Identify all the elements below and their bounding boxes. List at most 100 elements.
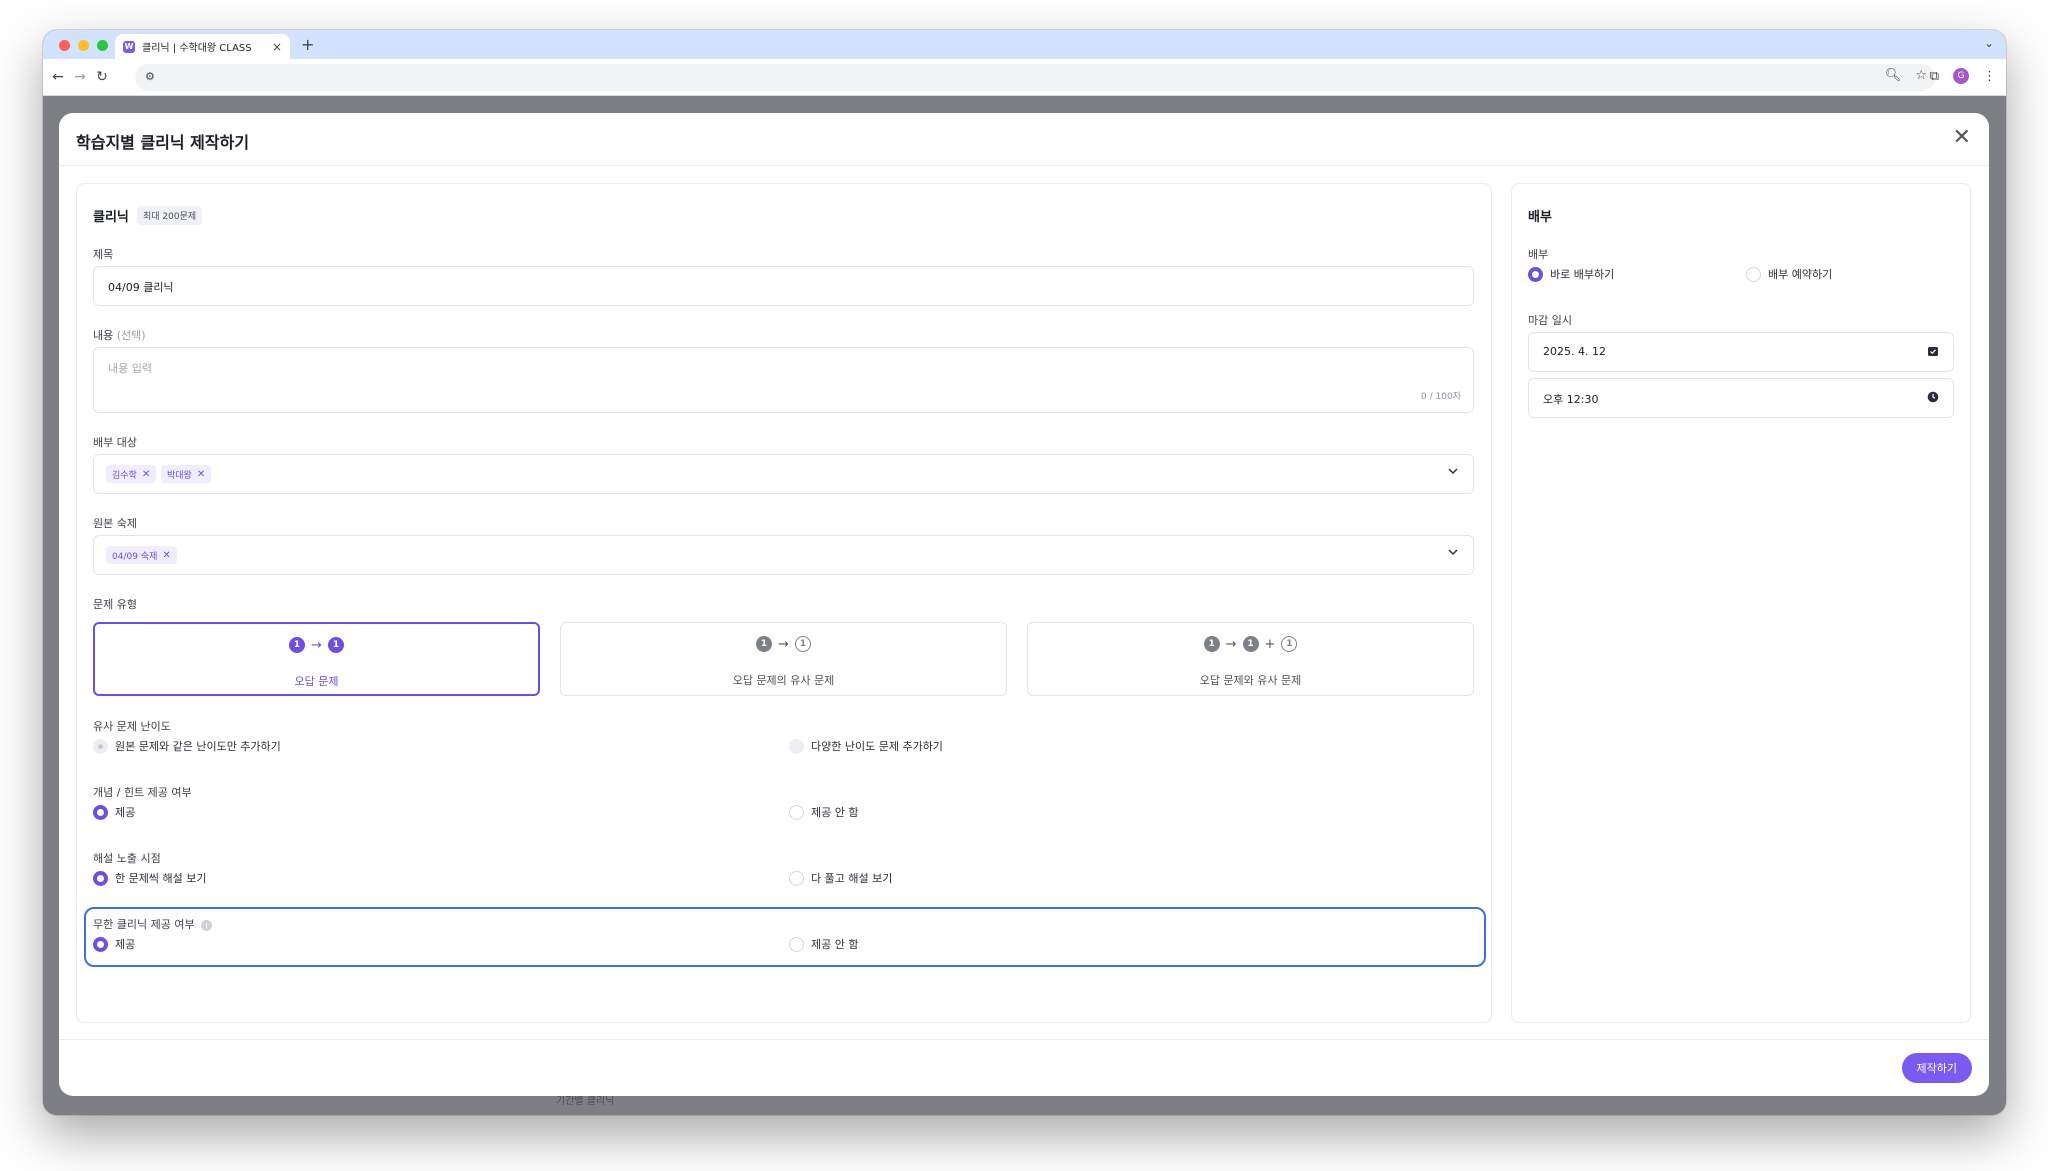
infinite-clinic-focus-outline: [84, 907, 1486, 967]
number-one-icon: 1: [756, 636, 773, 652]
radio-selected: [93, 936, 108, 952]
title-input[interactable]: 04/09 클리닉: [93, 266, 1474, 306]
forward-icon[interactable]: →: [71, 68, 89, 86]
infinite-label-text: 무한 클리닉 제공 여부: [93, 918, 195, 931]
calendar-icon[interactable]: [1927, 345, 1939, 357]
homework-chip-label: 04/09 숙제: [112, 551, 158, 562]
extensions-icon[interactable]: ⧉: [1930, 69, 1939, 84]
target-chip: 박대왕 ✕: [161, 465, 212, 483]
tab-search-icon[interactable]: ⌄: [1984, 36, 1994, 50]
solution-label: 해설 노출 시점: [93, 852, 161, 865]
number-one-icon: 1: [1242, 636, 1259, 652]
difficulty-option-varied[interactable]: 다양한 난이도 문제 추가하기: [789, 738, 943, 754]
browser-toolbar: ← → ↻ ⚙ 🔍︎ ☆ ⧉ G ⋮: [43, 59, 2006, 96]
distribute-now-option[interactable]: 바로 배부하기: [1528, 266, 1614, 282]
modal-footer: 제작하기: [59, 1039, 1989, 1096]
site-settings-icon[interactable]: ⚙: [145, 70, 155, 83]
hint-label: 개념 / 힌트 제공 여부: [93, 786, 192, 799]
radio-disabled: [789, 738, 804, 754]
deadline-time-input[interactable]: 오후 12:30: [1528, 378, 1954, 418]
modal-title: 학습지별 클리닉 제작하기: [76, 133, 250, 152]
radio-unselected: [1746, 266, 1761, 282]
hint-option-none[interactable]: 제공 안 함: [789, 804, 858, 820]
close-window-button[interactable]: [59, 40, 70, 51]
plus-icon: +: [1264, 636, 1276, 652]
type-option-wrong[interactable]: 1 → 1 오답 문제: [93, 622, 540, 696]
type-diagram: 1 → 1: [561, 636, 1006, 652]
difficulty-option-label: 다양한 난이도 문제 추가하기: [811, 740, 943, 753]
number-one-icon: 1: [289, 637, 306, 653]
number-one-icon: 1: [327, 637, 344, 653]
type-option-both[interactable]: 1 → 1 + 1 오답 문제와 유사 문제: [1027, 622, 1474, 696]
distribution-option-label: 바로 배부하기: [1550, 268, 1615, 281]
number-one-outline-icon: 1: [1281, 636, 1298, 652]
type-diagram: 1 → 1: [95, 637, 538, 653]
number-one-icon: 1: [1203, 636, 1220, 652]
back-icon[interactable]: ←: [49, 68, 67, 86]
reload-icon[interactable]: ↻: [93, 68, 111, 86]
tab-bar: W 클리닉 | 수학대왕 CLASS × + ⌄: [43, 30, 2006, 59]
type-option-similar[interactable]: 1 → 1 오답 문제의 유사 문제: [560, 622, 1007, 696]
radio-disabled-selected: [93, 738, 108, 754]
page-viewport: 기간별 클리닉 학습지별 클리닉 제작하기 ✕ 클리닉 최대 200문제 제목 …: [43, 96, 2006, 1115]
maximize-window-button[interactable]: [97, 40, 108, 51]
deadline-label: 마감 일시: [1528, 314, 1572, 327]
address-bar[interactable]: ⚙ 🔍︎ ☆: [135, 64, 1935, 91]
content-placeholder: 내용 입력: [108, 362, 152, 375]
browser-menu-icon[interactable]: ⋮: [1983, 69, 1996, 84]
title-value: 04/09 클리닉: [108, 281, 174, 294]
targets-select[interactable]: 김수학 ✕ 박대왕 ✕: [93, 454, 1474, 494]
profile-avatar[interactable]: G: [1953, 68, 1969, 84]
distribution-mode-label: 배부: [1528, 248, 1549, 261]
tab-close-icon[interactable]: ×: [272, 40, 282, 54]
remove-chip-icon[interactable]: ✕: [162, 550, 170, 561]
homework-label: 원본 숙제: [93, 517, 137, 530]
radio-selected: [93, 804, 108, 820]
remove-chip-icon[interactable]: ✕: [197, 469, 205, 480]
clinic-settings-card: 클리닉 최대 200문제 제목 04/09 클리닉 내용 (선택) 내용 입력 …: [76, 183, 1492, 1023]
difficulty-option-label: 원본 문제와 같은 난이도만 추가하기: [115, 740, 281, 753]
info-icon[interactable]: i: [201, 919, 213, 931]
content-label: 내용 (선택): [93, 327, 146, 343]
type-diagram: 1 → 1 + 1: [1028, 636, 1473, 652]
content-optional-text: (선택): [116, 329, 146, 342]
target-chip-label: 김수학: [112, 470, 137, 481]
content-textarea[interactable]: 내용 입력 0 / 100자: [93, 347, 1474, 413]
browser-window: W 클리닉 | 수학대왕 CLASS × + ⌄ ← → ↻ ⚙ 🔍︎ ☆ ⧉ …: [43, 30, 2006, 1115]
infinite-option-none[interactable]: 제공 안 함: [789, 936, 858, 952]
hint-option-provide[interactable]: 제공: [93, 804, 135, 820]
create-clinic-modal: 학습지별 클리닉 제작하기 ✕ 클리닉 최대 200문제 제목 04/09 클리…: [59, 113, 1989, 1096]
homework-select[interactable]: 04/09 숙제 ✕: [93, 535, 1474, 575]
arrow-right-icon: →: [778, 636, 789, 652]
remove-chip-icon[interactable]: ✕: [142, 469, 150, 480]
radio-unselected: [789, 804, 804, 820]
window-controls: [59, 40, 108, 51]
modal-header: 학습지별 클리닉 제작하기 ✕: [59, 113, 1989, 166]
arrow-right-icon: →: [1225, 636, 1237, 652]
deadline-date-value: 2025. 4. 12: [1543, 345, 1606, 358]
solution-option-each[interactable]: 한 문제씩 해설 보기: [93, 870, 206, 886]
close-icon[interactable]: ✕: [1953, 127, 1971, 149]
chevron-down-icon[interactable]: [1447, 546, 1459, 558]
solution-option-after[interactable]: 다 풀고 해설 보기: [789, 870, 892, 886]
type-option-label: 오답 문제의 유사 문제: [732, 674, 835, 687]
deadline-date-input[interactable]: 2025. 4. 12: [1528, 332, 1954, 372]
clock-icon[interactable]: [1927, 391, 1939, 403]
chevron-down-icon[interactable]: [1447, 465, 1459, 477]
minimize-window-button[interactable]: [78, 40, 89, 51]
number-one-outline-icon: 1: [794, 636, 811, 652]
radio-unselected: [789, 870, 804, 886]
new-tab-button[interactable]: +: [301, 35, 314, 54]
distribute-schedule-option[interactable]: 배부 예약하기: [1746, 266, 1832, 282]
bookmark-star-icon[interactable]: ☆: [1915, 68, 1927, 83]
infinite-option-provide[interactable]: 제공: [93, 936, 135, 952]
radio-selected: [1528, 266, 1543, 282]
create-button[interactable]: 제작하기: [1901, 1053, 1972, 1083]
title-label: 제목: [93, 248, 114, 261]
distribution-section-title: 배부: [1528, 210, 1552, 225]
zoom-icon[interactable]: 🔍︎: [1885, 68, 1902, 83]
difficulty-option-same[interactable]: 원본 문제와 같은 난이도만 추가하기: [93, 738, 281, 754]
radio-selected: [93, 870, 108, 886]
difficulty-label: 유사 문제 난이도: [93, 720, 171, 733]
browser-tab[interactable]: W 클리닉 | 수학대왕 CLASS ×: [115, 34, 290, 59]
